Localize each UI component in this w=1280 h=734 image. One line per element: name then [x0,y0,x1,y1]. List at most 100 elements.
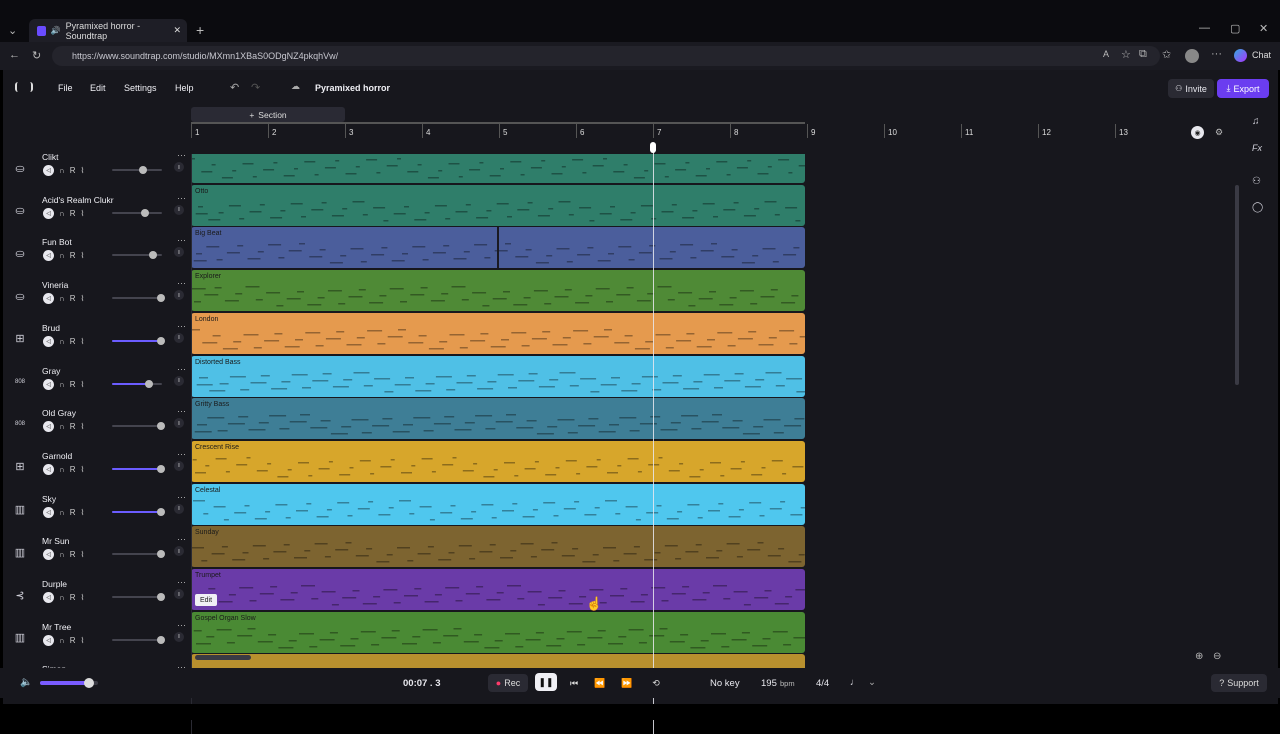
pan-knob[interactable]: ı [174,290,184,301]
volume-knob[interactable] [157,464,165,473]
record-arm-button[interactable]: R [70,380,76,389]
vertical-scrollbar[interactable] [1235,185,1239,385]
extensions-icon[interactable]: ⧉ [1139,48,1147,61]
record-arm-button[interactable]: R [70,337,76,346]
volume-knob[interactable] [157,593,165,601]
track-name[interactable]: Brud [42,323,60,333]
record-arm-button[interactable]: R [70,209,76,218]
record-arm-button[interactable]: R [70,422,76,431]
ruler-bar-10[interactable]: 10 [888,128,897,137]
track-region[interactable]: London [191,312,805,354]
track-more-icon[interactable]: ··· [177,150,186,160]
track-name[interactable]: Old Gray [42,408,76,418]
record-arm-button[interactable]: R [70,166,76,175]
horizontal-scrollbar[interactable] [195,655,251,660]
headphones-solo-icon[interactable]: ∩ [59,251,65,260]
mute-icon[interactable]: ◁ [43,506,54,518]
fx-icon[interactable]: Fx [1252,143,1262,153]
volume-knob[interactable] [139,166,147,174]
mute-icon[interactable]: ◁ [43,335,54,347]
track-region[interactable]: Distorted Bass [191,355,805,397]
tab-close-icon[interactable]: ✕ [173,25,181,36]
ruler-bar-2[interactable]: 2 [272,128,276,137]
track-more-icon[interactable]: ··· [177,278,186,288]
mute-icon[interactable]: ◁ [43,549,54,561]
track-more-icon[interactable]: ··· [177,193,186,203]
automation-icon[interactable]: ⌇ [81,636,85,645]
track-name[interactable]: Durple [42,579,67,589]
copilot-icon[interactable] [1234,49,1247,62]
chevron-down-icon[interactable]: ⌄ [868,677,876,688]
track-volume-slider[interactable] [112,550,165,559]
more-menu-icon[interactable]: ··· [1211,48,1222,60]
track-header[interactable]: ⛀ Acid's Realm Clukr ◁ ∩ R ⌇ ··· ı [6,193,186,237]
track-region[interactable]: Gritty Bass [191,398,805,440]
loop-range-bar[interactable] [191,122,805,124]
headphones-solo-icon[interactable]: ∩ [59,166,65,175]
volume-knob[interactable] [157,294,165,303]
volume-knob[interactable] [157,635,165,644]
metronome-icon[interactable]: ◉ [1191,126,1204,139]
track-volume-slider[interactable] [112,251,162,260]
track-more-icon[interactable]: ··· [177,364,186,374]
support-button[interactable]: ? Support [1211,674,1267,692]
volume-knob[interactable] [157,550,165,559]
record-arm-button[interactable]: R [70,251,76,260]
tuner-icon[interactable]: ♩ [850,677,860,688]
minimize-icon[interactable]: — [1199,22,1210,34]
ruler-bar-8[interactable]: 8 [734,128,738,137]
mute-icon[interactable]: ◁ [43,293,54,305]
bpm-value[interactable]: 195 [761,678,777,689]
favorites-icon[interactable]: ✩ [1162,48,1171,61]
track-region[interactable]: Gospel Organ Slow [191,611,805,653]
master-volume-slider[interactable] [40,678,98,688]
track-more-icon[interactable]: ··· [177,321,186,331]
automation-icon[interactable]: ⌇ [81,422,85,431]
menu-help[interactable]: Help [175,83,194,93]
pan-knob[interactable]: ı [174,589,184,599]
track-name[interactable]: Garnold [42,451,72,461]
track-more-icon[interactable]: ··· [177,577,186,587]
track-volume-slider[interactable] [112,336,165,345]
headphones-solo-icon[interactable]: ∩ [59,337,65,346]
ruler-bar-3[interactable]: 3 [349,128,353,137]
headphones-solo-icon[interactable]: ∩ [59,422,65,431]
pan-knob[interactable]: ı [174,204,184,215]
rewind-icon[interactable]: ⏪ [589,674,611,692]
track-header[interactable]: ⛀ Fun Bot ◁ ∩ R ⌇ ··· ı [6,235,186,279]
automation-icon[interactable]: ⌇ [81,593,85,602]
ruler-bar-9[interactable]: 9 [811,128,815,137]
zoom-in-icon[interactable]: ⊕ [1195,651,1203,662]
menu-file[interactable]: File [58,83,73,93]
track-header[interactable]: 808 Old Gray ◁ ∩ R ⌇ ··· ı [6,406,186,450]
master-volume-knob[interactable] [84,678,95,688]
invite-button[interactable]: ⚇ Invite [1168,79,1214,98]
track-more-icon[interactable]: ··· [177,406,186,416]
track-more-icon[interactable]: ··· [177,235,186,245]
zoom-out-icon[interactable]: ⊖ [1213,651,1221,662]
track-region[interactable]: Trumpet [191,569,805,610]
automation-icon[interactable]: ⌇ [81,380,85,389]
volume-knob[interactable] [157,422,165,431]
ruler-bar-12[interactable]: 12 [1042,128,1051,137]
skip-to-start-icon[interactable]: ⏮ [563,674,585,692]
music-note-icon[interactable]: ♫ [1252,116,1260,127]
track-header[interactable]: ▥ Mr Sun ◁ ∩ R ⌇ ··· ı [6,534,186,578]
track-name[interactable]: Gray [42,366,60,376]
track-lanes[interactable]: Otto Big Beat Explorer London Distorted Bass… [191,154,1236,734]
url-field[interactable]: https://www.soundtrap.com/studio/MXmn1XB… [52,46,1160,66]
pan-knob[interactable]: ı [174,631,184,642]
track-region[interactable]: Otto [191,184,805,226]
pan-knob[interactable]: ı [174,460,184,471]
maximize-icon[interactable]: ▢ [1230,22,1240,35]
pan-knob[interactable]: ı [174,247,184,258]
key-display[interactable]: No key [710,678,740,689]
headphones-solo-icon[interactable]: ∩ [59,508,65,517]
record-arm-button[interactable]: R [70,550,76,559]
tab-menu-chevron-icon[interactable]: ⌄ [8,24,17,37]
chat-label[interactable]: Chat [1252,50,1271,60]
track-more-icon[interactable]: ··· [177,620,186,630]
fast-forward-icon[interactable]: ⏩ [616,674,638,692]
loop-icon[interactable]: ⟲ [645,674,667,692]
track-volume-slider[interactable] [112,208,162,217]
